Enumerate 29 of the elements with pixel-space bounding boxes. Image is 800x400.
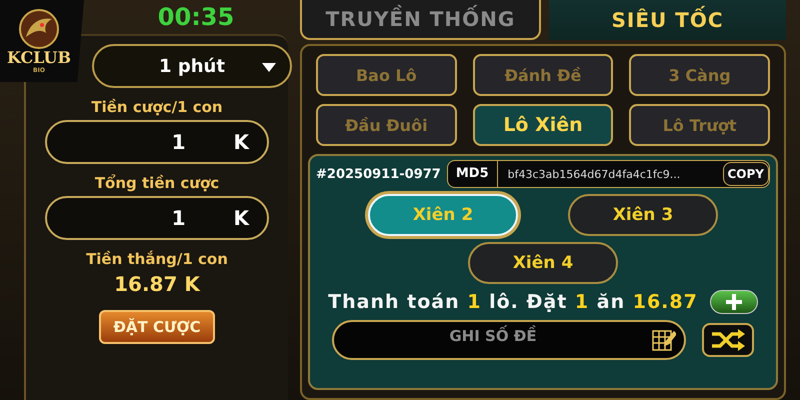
plus-icon: [726, 294, 742, 310]
countdown-timer: 00:35: [156, 2, 234, 33]
place-bet-button[interactable]: ĐẶT CƯỢC: [99, 310, 215, 344]
xien-option[interactable]: Xiên 3: [568, 194, 718, 236]
random-button[interactable]: [702, 323, 754, 357]
period-dropdown[interactable]: 1 phút: [92, 44, 292, 88]
amount-field[interactable]: 1 K: [45, 196, 269, 240]
hash-value: bf43c3ab1564d67d4fa4c1fc9...: [506, 168, 682, 180]
amount-field[interactable]: 1 K: [45, 120, 269, 164]
hash-label: MD5: [448, 161, 498, 187]
payout-summary: Thanh toán 1 lô. Đặt 1 ăn 16.87: [328, 291, 698, 313]
copy-button[interactable]: COPY: [722, 162, 769, 186]
mode-tab[interactable]: SIÊU TỐC: [549, 0, 786, 40]
dragon-emblem-icon: [16, 8, 62, 48]
win-amount: 16.87 K: [114, 272, 200, 296]
mode-tab[interactable]: TRUYỀN THỐNG: [300, 0, 541, 40]
logo-title: KCLUB: [6, 48, 72, 66]
number-input-field[interactable]: GHI SỐ ĐỀ: [332, 320, 686, 360]
bet-type-button[interactable]: Lô Xiên: [472, 104, 614, 146]
field-label: Tổng tiền cược: [94, 174, 220, 192]
caret-icon: [262, 63, 276, 72]
win-label: Tiền thắng/1 con: [86, 250, 228, 268]
round-id: #20250911-0977: [316, 166, 441, 182]
add-button[interactable]: [710, 290, 758, 314]
field-label: Tiền cược/1 con: [91, 98, 223, 116]
grid-pencil-icon: [652, 328, 676, 352]
xien-option[interactable]: Xiên 4: [468, 242, 618, 284]
shuffle-icon: [710, 329, 746, 351]
text-input[interactable]: GHI SỐ ĐỀ: [334, 323, 652, 357]
